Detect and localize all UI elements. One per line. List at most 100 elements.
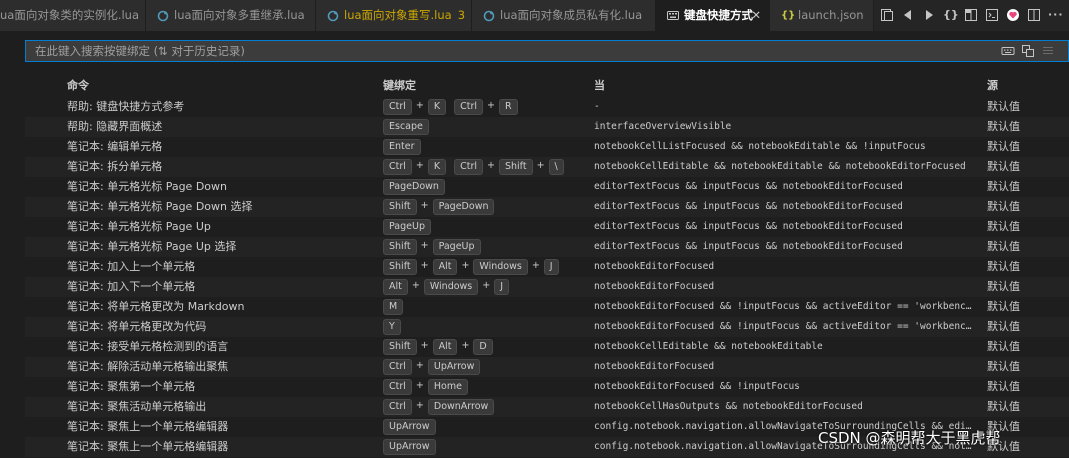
tab-lua-override[interactable]: lua面向对象重写.lua 3 <box>316 0 472 31</box>
keyboard-record-icon[interactable] <box>1001 44 1015 58</box>
editor-actions: {} ··· <box>876 0 1069 31</box>
key-cap: Home <box>427 379 468 395</box>
table-row[interactable]: 笔记本: 将单元格更改为代码 YnotebookEditorFocused && … <box>25 317 1069 337</box>
when-cell: notebookCellEditable && notebookEditable… <box>594 161 966 172</box>
source-cell: 默认值 <box>987 240 1020 253</box>
key-cap: Alt <box>383 279 408 295</box>
key-cap: UpArrow <box>427 359 481 375</box>
sort-by-precedence-icon[interactable] <box>1021 44 1035 58</box>
table-row[interactable]: 笔记本: 聚焦活动单元格输出 Ctrl + DownArrow notebookCell… <box>25 397 1069 417</box>
table-row[interactable]: 笔记本: 解除活动单元格输出聚焦 Ctrl + UpArrow notebookEdit… <box>25 357 1069 377</box>
command-cell: 笔记本: 单元格光标 Page Up <box>67 220 211 233</box>
key-cap: UpArrow <box>383 439 436 455</box>
tab-lua-private-members[interactable]: lua面向对象成员私有化.lua <box>472 0 656 31</box>
header-source: 源 <box>987 79 998 92</box>
tab-label: ua面向对象类的实例化.lua <box>0 8 140 22</box>
problem-count-badge: 3 <box>457 8 466 22</box>
watermark: CSDN @森明帮大于黑虎帮 <box>818 429 1001 447</box>
table-row[interactable]: 笔记本: 编辑单元格 Enter notebookCellListFocused &… <box>25 137 1069 157</box>
keybinding-cell: Shift + PageUp <box>383 237 481 257</box>
when-cell: editorTextFocus && inputFocus && noteboo… <box>594 181 903 192</box>
source-cell: 默认值 <box>987 260 1020 273</box>
more-actions-icon[interactable]: ··· <box>1048 8 1063 22</box>
left-gutter <box>0 31 6 458</box>
key-cap: Ctrl <box>383 359 412 375</box>
key-cap: M <box>383 299 404 315</box>
key-plus: + <box>487 100 495 111</box>
when-cell: - <box>594 101 600 112</box>
key-cap: DownArrow <box>427 399 495 415</box>
split-vertical-icon[interactable] <box>1027 8 1041 22</box>
when-cell: notebookEditorFocused <box>594 361 715 372</box>
source-cell: 默认值 <box>987 320 1020 333</box>
header-keybinding: 键绑定 <box>383 79 416 92</box>
keybinding-cell: Ctrl + UpArrow <box>383 357 481 377</box>
keybindings-search-input[interactable]: 在此键入搜索按键绑定 (⇅ 对于历史记录) <box>25 40 1069 62</box>
tab-label: lua面向对象成员私有化.lua <box>500 8 643 22</box>
tab-lua-multiple-inheritance[interactable]: lua面向对象多重继承.lua <box>146 0 316 31</box>
table-row[interactable]: 笔记本: 单元格光标 Page Up PageUp editorTextFocus … <box>25 217 1069 237</box>
table-row[interactable]: 帮助: 隐藏界面概述 Escape interfaceOverviewVisible… <box>25 117 1069 137</box>
header-command: 命令 <box>67 79 89 92</box>
table-row[interactable]: 笔记本: 将单元格更改为 Markdown MnotebookEditorFocu… <box>25 297 1069 317</box>
keybinding-cell: Shift + Alt + D <box>383 337 493 357</box>
tab-launch-json[interactable]: {} launch.json <box>770 0 874 31</box>
keybinding-cell: Ctrl + K Ctrl + R <box>383 97 518 117</box>
key-cap: K <box>427 99 447 115</box>
key-plus: + <box>411 280 420 291</box>
table-header: 命令 键绑定 当 源 <box>25 76 1069 96</box>
key-cap: D <box>473 339 493 355</box>
key-cap: Alt <box>432 339 458 355</box>
clear-filter-icon[interactable] <box>1041 44 1055 58</box>
table-row[interactable]: 笔记本: 加入上一个单元格 Shift + Alt + Windows + Jnotebook… <box>25 257 1069 277</box>
source-cell: 默认值 <box>987 140 1020 153</box>
tab-keyboard-shortcuts[interactable]: 键盘快捷方式 ✕ <box>656 0 770 31</box>
key-plus: + <box>420 260 429 271</box>
key-plus: + <box>415 380 424 391</box>
key-cap: Ctrl <box>454 159 484 175</box>
search-placeholder: 在此键入搜索按键绑定 (⇅ 对于历史记录) <box>35 44 245 58</box>
command-cell: 笔记本: 聚焦活动单元格输出 <box>67 400 207 413</box>
table-row[interactable]: 笔记本: 接受单元格检测到的语言 Shift + Alt + DnotebookCellE… <box>25 337 1069 357</box>
go-forward-icon[interactable] <box>922 8 936 22</box>
go-back-icon[interactable] <box>901 8 915 22</box>
key-cap: Ctrl <box>383 99 412 115</box>
when-cell: notebookEditorFocused && !inputFocus && … <box>594 301 976 312</box>
table-row[interactable]: 笔记本: 聚焦第一个单元格 Ctrl + Home notebookEditorFocu… <box>25 377 1069 397</box>
table-row[interactable]: 笔记本: 单元格光标 Page Down PageDown editorTextFo… <box>25 177 1069 197</box>
command-cell: 笔记本: 编辑单元格 <box>67 140 163 153</box>
command-cell: 笔记本: 单元格光标 Page Down 选择 <box>67 200 253 213</box>
keybinding-cell: PageUp <box>383 217 431 237</box>
key-plus: + <box>415 360 424 371</box>
command-cell: 笔记本: 单元格光标 Page Up 选择 <box>67 240 237 253</box>
terminal-icon[interactable] <box>985 8 999 22</box>
table-row[interactable]: 笔记本: 单元格光标 Page Up 选择 Shift + PageUp editorT… <box>25 237 1069 257</box>
open-changes-icon[interactable] <box>880 8 894 22</box>
when-cell: editorTextFocus && inputFocus && noteboo… <box>594 241 903 252</box>
tab-label: lua面向对象多重继承.lua <box>174 8 305 22</box>
source-cell: 默认值 <box>987 220 1020 233</box>
table-row[interactable]: 笔记本: 加入下一个单元格 Alt + Windows + JnotebookEditor… <box>25 277 1069 297</box>
source-cell: 默认值 <box>987 160 1020 173</box>
keybinding-cell: UpArrow <box>383 417 436 437</box>
keybinding-cell: Enter <box>383 137 421 157</box>
table-row[interactable]: 帮助: 键盘快捷方式参考 Ctrl + K Ctrl + R - 默认值 <box>25 97 1069 117</box>
table-row[interactable]: 笔记本: 拆分单元格 Ctrl + K Ctrl + Shift + \ notebookCell… <box>25 157 1069 177</box>
close-icon[interactable]: ✕ <box>751 0 761 31</box>
table-row[interactable]: 笔记本: 单元格光标 Page Down 选择 Shift + PageDown edi… <box>25 197 1069 217</box>
keybinding-cell: UpArrow <box>383 437 436 457</box>
keyboard-shortcuts-icon <box>667 0 679 31</box>
tab-lua-instantiation[interactable]: ua面向对象类的实例化.lua <box>0 0 146 31</box>
key-cap: \ <box>548 159 564 175</box>
key-cap: PageDown <box>383 179 445 195</box>
key-cap: Ctrl <box>383 379 412 395</box>
key-cap: Alt <box>432 259 458 275</box>
extension-icon[interactable] <box>1006 8 1020 22</box>
key-plus: + <box>415 160 424 171</box>
keybinding-cell: Ctrl + Home <box>383 377 468 397</box>
key-cap: PageDown <box>432 199 495 215</box>
open-json-icon[interactable]: {} <box>943 8 959 22</box>
split-editor-icon[interactable] <box>964 8 978 22</box>
key-plus: + <box>461 260 470 271</box>
command-cell: 笔记本: 加入上一个单元格 <box>67 260 196 273</box>
